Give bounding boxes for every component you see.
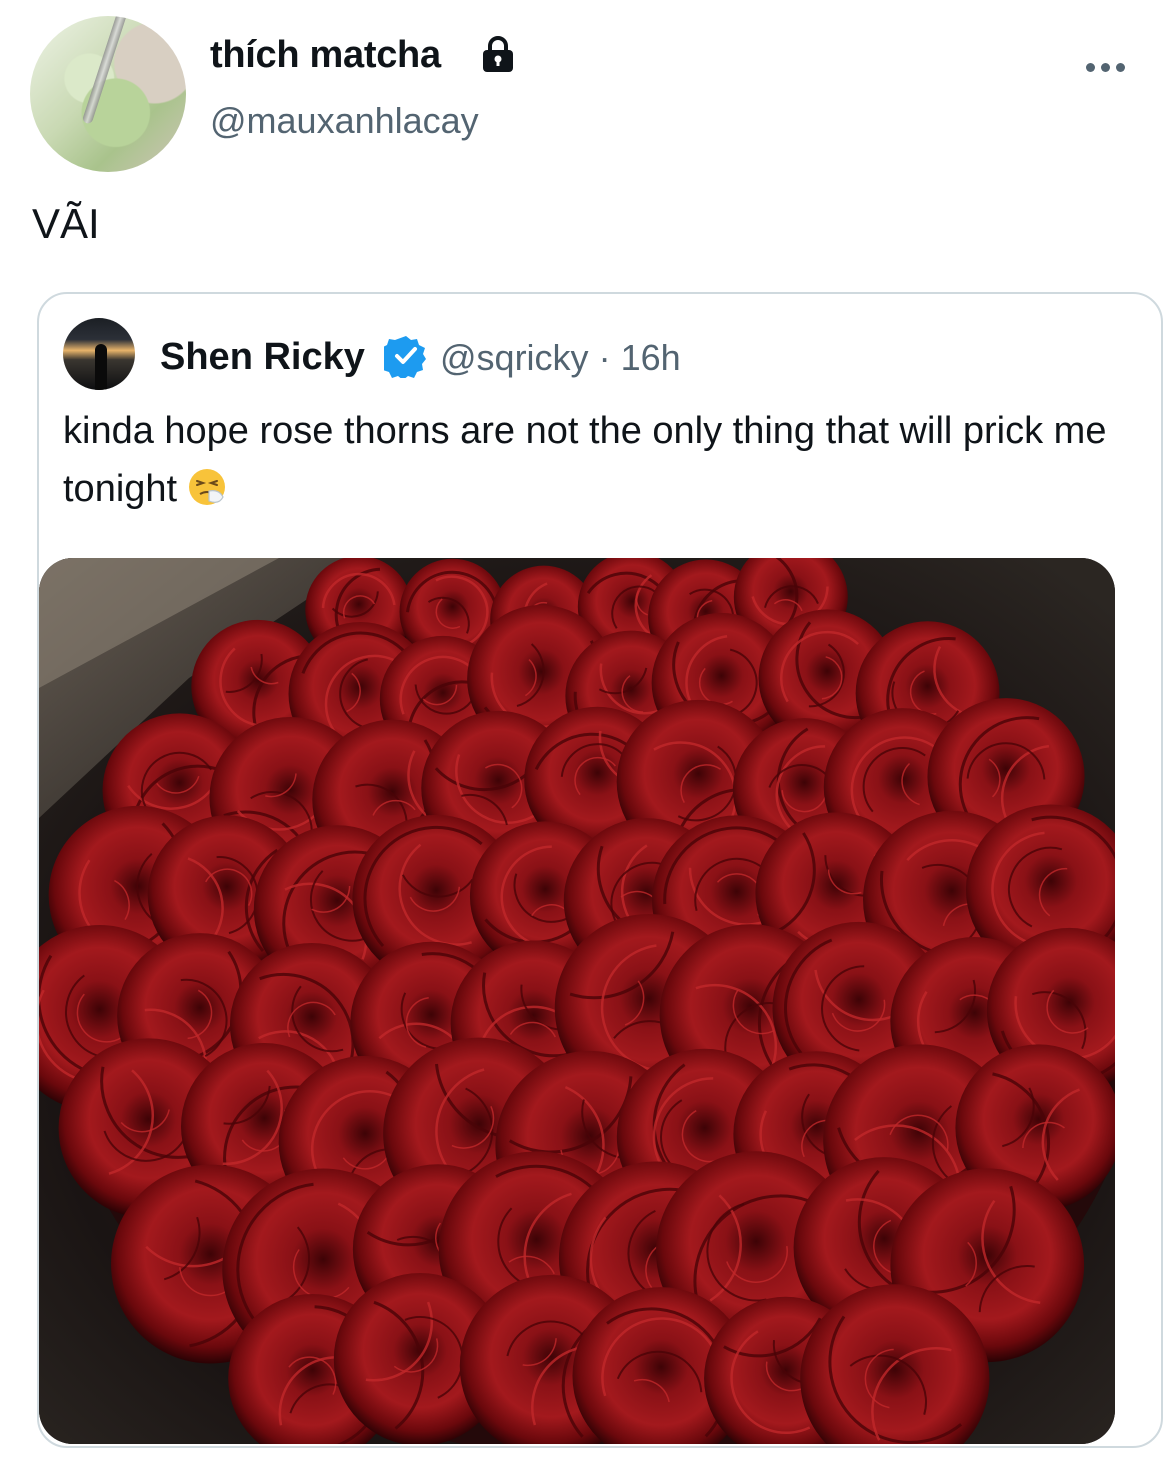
quoted-timestamp[interactable]: 16h (621, 337, 681, 378)
quoted-display-name[interactable]: Shen Ricky (160, 336, 365, 379)
sneezing-face-emoji-icon (189, 469, 226, 505)
dot (1086, 62, 1095, 72)
author-avatar[interactable] (30, 16, 186, 172)
quoted-author-avatar[interactable] (63, 318, 135, 390)
red-roses-bouquet-photo (39, 558, 1115, 1444)
quoted-meta: @sqricky · 16h (440, 337, 681, 379)
author-display-name[interactable]: thích matcha (210, 34, 441, 77)
author-handle[interactable]: @mauxanhlacay (210, 100, 479, 142)
more-options-icon[interactable] (1086, 56, 1130, 78)
dot (1116, 62, 1125, 72)
quoted-handle[interactable]: @sqricky (440, 337, 589, 378)
spoon-graphic (81, 16, 129, 125)
dot (1101, 62, 1110, 72)
quoted-tweet-photo[interactable] (39, 558, 1115, 1444)
tweet-text: VÃI (32, 200, 100, 247)
lock-icon (483, 36, 513, 72)
quoted-tweet-text: kinda hope rose thorns are not the only … (63, 402, 1123, 518)
meta-separator: · (598, 337, 611, 378)
verified-badge-icon (384, 336, 426, 378)
silhouette-graphic (95, 344, 107, 390)
